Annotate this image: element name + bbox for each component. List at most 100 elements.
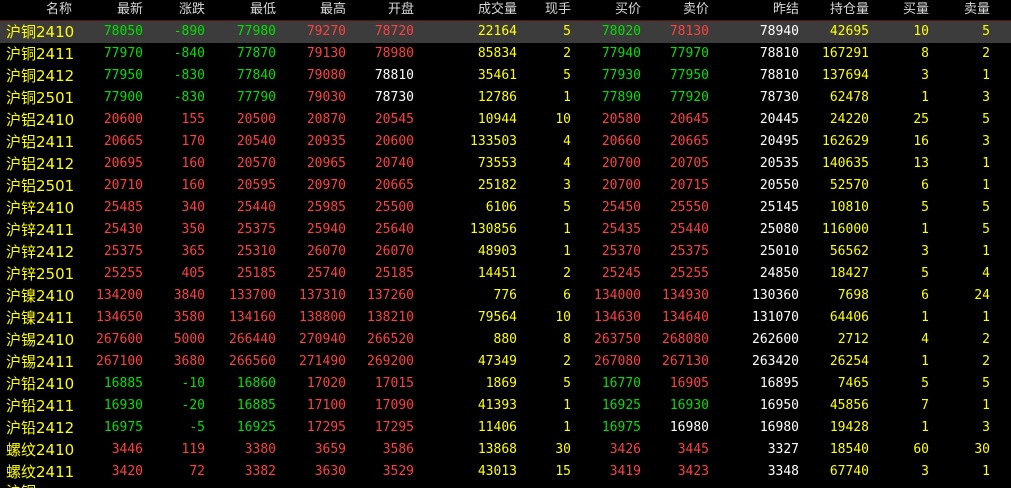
- header-open[interactable]: 开盘: [346, 0, 414, 20]
- open-cell: 26070: [374, 244, 414, 259]
- high-cell: 26070: [306, 244, 346, 259]
- prev-settle-cell: 78810: [759, 68, 799, 83]
- change-cell: 365: [181, 244, 205, 259]
- bid-price-cell: 16925: [601, 398, 641, 413]
- high-cell: 79080: [306, 68, 346, 83]
- table-row[interactable]: 沪铝2501 20710 160 20595 20970 20665 25182 3 20700…: [0, 175, 1011, 197]
- bid-volume-cell: 1: [921, 90, 929, 105]
- ask-volume-cell: 4: [982, 266, 990, 281]
- last-price-cell: 267600: [96, 332, 143, 347]
- open-cell: 17090: [374, 398, 414, 413]
- table-row[interactable]: 螺纹2410 3446 119 3380 3659 3586 13868 30 3426 3445…: [0, 439, 1011, 461]
- bid-volume-cell: 60: [913, 442, 929, 457]
- header-bid[interactable]: 买价: [571, 0, 641, 20]
- ask-price-cell: 77950: [669, 68, 709, 83]
- ask-volume-cell: 3: [982, 90, 990, 105]
- low-cell: 16925: [236, 420, 276, 435]
- table-row[interactable]: 沪锡2411 267100 3680 266560 271490 269200 47349 2…: [0, 351, 1011, 373]
- header-volume[interactable]: 成交量: [414, 0, 517, 20]
- open-interest-cell: 62478: [829, 90, 869, 105]
- open-interest-cell: 18540: [829, 442, 869, 457]
- volume-cell: 130856: [470, 222, 517, 237]
- last-price-cell: 77900: [103, 90, 143, 105]
- header-hand[interactable]: 现手: [517, 0, 571, 20]
- volume-cell: 22164: [477, 24, 517, 39]
- last-price-cell: 20600: [103, 112, 143, 127]
- last-price-cell: 20665: [103, 134, 143, 149]
- table-row[interactable]: 沪铜2412 77950 -830 77840 79080 78810 35461 5 7793…: [0, 65, 1011, 87]
- open-cell: 20600: [374, 134, 414, 149]
- ask-volume-cell: 1: [982, 464, 990, 479]
- table-row[interactable]: 螺纹2411 3420 72 3382 3630 3529 43013 15 3419 3423 3…: [0, 461, 1011, 483]
- bid-volume-cell: 5: [921, 266, 929, 281]
- table-row[interactable]: 沪铅2412 16975 -5 16925 17295 17295 11406 1 16975 1…: [0, 417, 1011, 439]
- header-last[interactable]: 最新: [72, 0, 143, 20]
- volume-cell: 13868: [477, 442, 517, 457]
- open-interest-cell: 42695: [829, 24, 869, 39]
- last-price-cell: 25255: [103, 266, 143, 281]
- hand-cell: 5: [563, 376, 571, 391]
- table-row[interactable]: 沪铝2412 20695 160 20570 20965 20740 73553 4 20700…: [0, 153, 1011, 175]
- header-ask-volume[interactable]: 卖量: [929, 0, 990, 20]
- contract-name: 沪锌2501: [6, 265, 75, 283]
- header-ask[interactable]: 卖价: [641, 0, 709, 20]
- table-row[interactable]: 沪镍2411 134650 3580 134160 138800 138210 79564 1…: [0, 307, 1011, 329]
- high-cell: 271490: [299, 354, 346, 369]
- table-row[interactable]: 沪镍2410 134200 3840 133700 137310 137260 776 6 13…: [0, 285, 1011, 307]
- header-bid-volume[interactable]: 买量: [869, 0, 929, 20]
- bid-volume-cell: 6: [921, 288, 929, 303]
- change-cell: -20: [181, 398, 205, 413]
- open-interest-cell: 167291: [822, 46, 869, 61]
- ask-price-cell: 20665: [669, 134, 709, 149]
- table-row[interactable]: 沪铅2410 16885 -10 16860 17020 17015 1869 5 16770 1…: [0, 373, 1011, 395]
- prev-settle-cell: 78940: [759, 24, 799, 39]
- table-row[interactable]: 沪锌2410 25485 340 25440 25985 25500 6106 5 25450 2…: [0, 197, 1011, 219]
- bid-volume-cell: 1: [921, 420, 929, 435]
- table-row[interactable]: 沪铜2501 77900 -830 77790 79030 78730 12786 1 7789…: [0, 87, 1011, 109]
- table-row[interactable]: 沪铜2410 78050 -890 77980 79270 78720 22164 5 7802…: [0, 21, 1011, 43]
- table-row[interactable]: 沪铅2411 16930 -20 16885 17100 17090 41393 1 16925…: [0, 395, 1011, 417]
- table-row[interactable]: 沪铝2410 20600 155 20500 20870 20545 10944 10 2058…: [0, 109, 1011, 131]
- contract-name: 沪铜2410: [6, 23, 75, 41]
- low-cell: 16860: [236, 376, 276, 391]
- bid-price-cell: 16975: [601, 420, 641, 435]
- table-row[interactable]: 沪锌2411 25430 350 25375 25940 25640 130856 1 2543…: [0, 219, 1011, 241]
- header-change[interactable]: 涨跌: [143, 0, 205, 20]
- open-interest-cell: 140635: [822, 156, 869, 171]
- bid-price-cell: 20700: [601, 178, 641, 193]
- last-price-cell: 25430: [103, 222, 143, 237]
- bid-price-cell: 134630: [594, 310, 641, 325]
- contract-name: 沪铝2410: [6, 111, 75, 129]
- table-row[interactable]: 沪铝2411 20665 170 20540 20935 20600 133503 4 2066…: [0, 131, 1011, 153]
- ask-price-cell: 3423: [677, 464, 709, 479]
- high-cell: 3659: [314, 442, 346, 457]
- high-cell: 137310: [299, 288, 346, 303]
- table-row[interactable]: 沪锌2501 25255 405 25185 25740 25185 14451 2 25245…: [0, 263, 1011, 285]
- hand-cell: 2: [563, 354, 571, 369]
- table-row[interactable]: 沪铜2411 77970 -840 77870 79130 78980 85834 2 7794…: [0, 43, 1011, 65]
- header-low[interactable]: 最低: [205, 0, 276, 20]
- open-cell: 266520: [367, 332, 414, 347]
- high-cell: 20970: [306, 178, 346, 193]
- change-cell: 72: [189, 464, 205, 479]
- volume-cell: 79564: [477, 310, 517, 325]
- prev-settle-cell: 131070: [752, 310, 799, 325]
- header-open-interest[interactable]: 持仓量: [799, 0, 869, 20]
- low-cell: 77980: [236, 24, 276, 39]
- hand-cell: 5: [563, 24, 571, 39]
- low-cell: 20595: [236, 178, 276, 193]
- last-price-cell: 16885: [103, 376, 143, 391]
- table-row[interactable]: 沪锡2410 267600 5000 266440 270940 266520 880 8 26…: [0, 329, 1011, 351]
- open-cell: 78810: [374, 68, 414, 83]
- ask-price-cell: 16930: [669, 398, 709, 413]
- header-name[interactable]: 名称: [0, 0, 72, 20]
- change-cell: 3580: [173, 310, 205, 325]
- ask-price-cell: 78130: [669, 24, 709, 39]
- header-prev-settle[interactable]: 昨结: [709, 0, 799, 20]
- bid-volume-cell: 6: [921, 178, 929, 193]
- table-row[interactable]: 沪锌2412 25375 365 25310 26070 26070 48903 1 25370…: [0, 241, 1011, 263]
- ask-price-cell: 16980: [669, 420, 709, 435]
- header-high[interactable]: 最高: [276, 0, 346, 20]
- open-interest-cell: 162629: [822, 134, 869, 149]
- high-cell: 17020: [306, 376, 346, 391]
